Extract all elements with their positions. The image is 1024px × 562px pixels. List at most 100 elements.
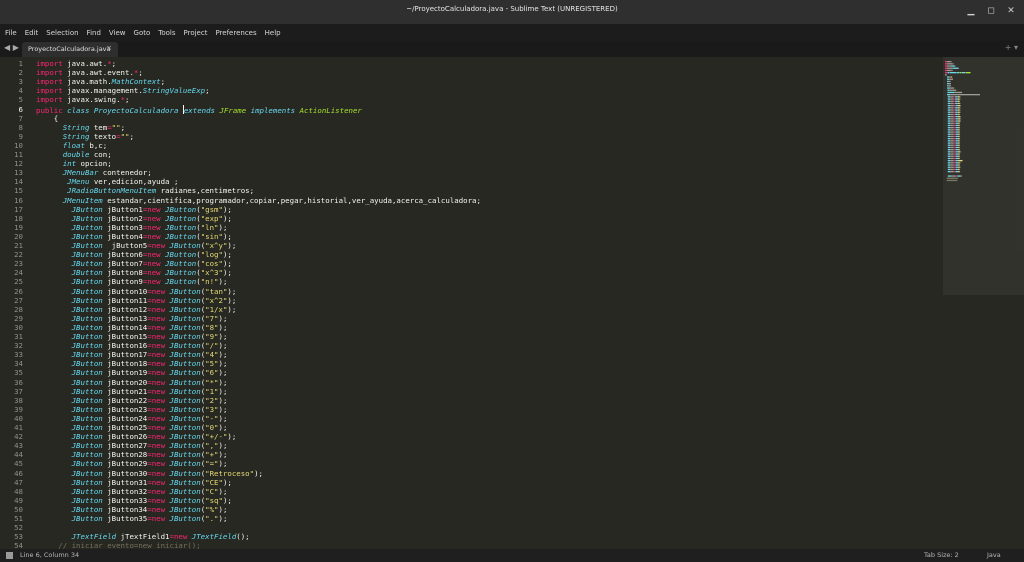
code-line[interactable]: 16 JMenuItem estandar,cientifica,program… bbox=[0, 196, 940, 205]
code-line[interactable]: 7 { bbox=[0, 114, 940, 123]
code-line[interactable]: 21 JButton jButton5=new JButton("x^y"); bbox=[0, 241, 940, 250]
maximize-icon[interactable]: ◻ bbox=[986, 6, 996, 16]
code-line[interactable]: 34 JButton jButton18=new JButton("5"); bbox=[0, 359, 940, 368]
code-line[interactable]: 2 import java.awt.event.*; bbox=[0, 68, 940, 77]
code-line[interactable]: 30 JButton jButton14=new JButton("8"); bbox=[0, 323, 940, 332]
tab-close-icon[interactable]: × bbox=[106, 44, 112, 52]
code-line[interactable]: 18 JButton jButton2=new JButton("exp"); bbox=[0, 214, 940, 223]
tab-size-selector[interactable]: Tab Size: 2 bbox=[924, 551, 959, 559]
line-number: 46 bbox=[14, 468, 23, 478]
code-line[interactable]: 32 JButton jButton16=new JButton("/"); bbox=[0, 341, 940, 350]
code-text: int opcion; bbox=[62, 159, 112, 169]
code-line[interactable]: 4 import javax.management.StringValueExp; bbox=[0, 86, 940, 95]
line-number: 12 bbox=[14, 159, 23, 169]
code-line[interactable]: 43 JButton jButton27=new JButton(","); bbox=[0, 441, 940, 450]
code-line[interactable]: 24 JButton jButton8=new JButton("x^3"); bbox=[0, 268, 940, 277]
line-number: 42 bbox=[14, 432, 23, 442]
code-line[interactable]: 35 JButton jButton19=new JButton("6"); bbox=[0, 368, 940, 377]
menu-edit[interactable]: Edit bbox=[21, 29, 43, 37]
menu-find[interactable]: Find bbox=[83, 29, 105, 37]
code-line[interactable]: 17 JButton jButton1=new JButton("gsm"); bbox=[0, 205, 940, 214]
code-line[interactable]: 46 JButton jButton30=new JButton("Retroc… bbox=[0, 469, 940, 478]
code-line[interactable]: 52 bbox=[0, 523, 940, 532]
code-line[interactable]: 50 JButton jButton34=new JButton("%"); bbox=[0, 505, 940, 514]
code-line[interactable]: 25 JButton jButton9=new JButton("n!"); bbox=[0, 277, 940, 286]
code-text: JButton jButton34=new JButton("%"); bbox=[71, 504, 228, 514]
syntax-selector[interactable]: Java bbox=[987, 551, 1001, 559]
line-number: 1 bbox=[18, 59, 23, 68]
code-line[interactable]: 22 JButton jButton6=new JButton("log"); bbox=[0, 250, 940, 259]
code-line[interactable]: 20 JButton jButton4=new JButton("sin"); bbox=[0, 232, 940, 241]
code-line[interactable]: 5 import javax.swing.*; bbox=[0, 95, 940, 104]
tab-proyectocalculadora[interactable]: ProyectoCalculadora.java × bbox=[22, 42, 118, 57]
code-text: JButton jButton30=new JButton("Retroceso… bbox=[71, 468, 263, 478]
code-text: JButton jButton33=new JButton("sq"); bbox=[71, 495, 232, 505]
code-line[interactable]: 10 float b,c; bbox=[0, 141, 940, 150]
code-line[interactable]: 51 JButton jButton35=new JButton("."); bbox=[0, 514, 940, 523]
code-line[interactable]: 1 import java.awt.*; bbox=[0, 59, 940, 68]
code-line[interactable]: 19 JButton jButton3=new JButton("ln"); bbox=[0, 223, 940, 232]
menu-help[interactable]: Help bbox=[261, 29, 285, 37]
code-line[interactable]: 38 JButton jButton22=new JButton("2"); bbox=[0, 396, 940, 405]
code-text: JButton jButton5=new JButton("x^y"); bbox=[71, 241, 237, 250]
code-line[interactable]: 13 JMenuBar contenedor; bbox=[0, 168, 940, 177]
code-line[interactable]: 44 JButton jButton28=new JButton("+"); bbox=[0, 450, 940, 459]
tab-nav-arrows-icon[interactable]: ◀ ▶ bbox=[4, 43, 19, 52]
code-line[interactable]: 27 JButton jButton11=new JButton("x^2"); bbox=[0, 296, 940, 305]
code-line[interactable]: 26 JButton jButton10=new JButton("tan"); bbox=[0, 287, 940, 296]
code-text: JButton jButton3=new JButton("ln"); bbox=[71, 222, 228, 232]
code-line[interactable]: 41 JButton jButton25=new JButton("0"); bbox=[0, 423, 940, 432]
minimap-viewport[interactable] bbox=[943, 57, 1024, 295]
line-number: 38 bbox=[14, 395, 23, 405]
code-text: JButton jButton32=new JButton("C"); bbox=[71, 486, 228, 496]
menu-selection[interactable]: Selection bbox=[42, 29, 82, 37]
tab-label: ProyectoCalculadora.java bbox=[28, 45, 111, 53]
code-line[interactable]: 37 JButton jButton21=new JButton("1"); bbox=[0, 387, 940, 396]
code-line[interactable]: 54 // iniciar evento=new iniciar(); bbox=[0, 541, 940, 549]
code-line[interactable]: 8 String tem=""; bbox=[0, 123, 940, 132]
code-line[interactable]: 23 JButton jButton7=new JButton("cos"); bbox=[0, 259, 940, 268]
code-line[interactable]: 42 JButton jButton26=new JButton("+/-"); bbox=[0, 432, 940, 441]
line-number: 4 bbox=[18, 86, 23, 96]
code-editor[interactable]: 1 import java.awt.*; 2 import java.awt.even… bbox=[0, 57, 1024, 549]
code-line[interactable]: 33 JButton jButton17=new JButton("4"); bbox=[0, 350, 940, 359]
menu-preferences[interactable]: Preferences bbox=[211, 29, 260, 37]
code-line[interactable]: 36 JButton jButton20=new JButton("*"); bbox=[0, 378, 940, 387]
code-line[interactable]: 15 JRadioButtonMenuItem radianes,centime… bbox=[0, 186, 940, 195]
code-text: JButton jButton11=new JButton("x^2"); bbox=[71, 295, 237, 305]
line-number: 2 bbox=[18, 68, 23, 78]
menu-file[interactable]: File bbox=[0, 29, 21, 37]
menu-tools[interactable]: Tools bbox=[154, 29, 179, 37]
code-line[interactable]: 6 public class ProyectoCalculadora extend… bbox=[0, 104, 940, 115]
line-number: 40 bbox=[14, 413, 23, 423]
code-line[interactable]: 40 JButton jButton24=new JButton("-"); bbox=[0, 414, 940, 423]
tab-controls-icon[interactable]: + ▾ bbox=[1005, 43, 1018, 52]
minimize-icon[interactable]: ▁ bbox=[966, 6, 976, 16]
code-line[interactable]: 48 JButton jButton32=new JButton("C"); bbox=[0, 487, 940, 496]
code-line[interactable]: 45 JButton jButton29=new JButton("="); bbox=[0, 459, 940, 468]
panel-toggle-icon[interactable] bbox=[6, 552, 13, 559]
code-text: JRadioButtonMenuItem radianes,centimetro… bbox=[67, 186, 255, 196]
code-line[interactable]: 14 JMenu ver,edicion,ayuda ; bbox=[0, 177, 940, 186]
code-line[interactable]: 29 JButton jButton13=new JButton("7"); bbox=[0, 314, 940, 323]
code-line[interactable]: 31 JButton jButton15=new JButton("9"); bbox=[0, 332, 940, 341]
menu-goto[interactable]: Goto bbox=[130, 29, 155, 37]
line-number: 24 bbox=[14, 268, 23, 278]
close-icon[interactable]: ✕ bbox=[1006, 6, 1016, 16]
menu-project[interactable]: Project bbox=[180, 29, 212, 37]
minimap[interactable] bbox=[943, 57, 1024, 549]
code-line[interactable]: 11 double con; bbox=[0, 150, 940, 159]
code-text: import java.math.MathContext; bbox=[36, 77, 166, 87]
code-line[interactable]: 12 int opcion; bbox=[0, 159, 940, 168]
code-line[interactable]: 53 JTextField jTextField1=new JTextField… bbox=[0, 532, 940, 541]
code-line[interactable]: 3 import java.math.MathContext; bbox=[0, 77, 940, 86]
code-text: JButton jButton18=new JButton("5"); bbox=[71, 359, 228, 369]
code-line[interactable]: 9 String texto=""; bbox=[0, 132, 940, 141]
menu-view[interactable]: View bbox=[105, 29, 130, 37]
code-line[interactable]: 49 JButton jButton33=new JButton("sq"); bbox=[0, 496, 940, 505]
code-line[interactable]: 47 JButton jButton31=new JButton("CE"); bbox=[0, 478, 940, 487]
code-line[interactable]: 39 JButton jButton23=new JButton("3"); bbox=[0, 405, 940, 414]
code-line[interactable]: 28 JButton jButton12=new JButton("1/x"); bbox=[0, 305, 940, 314]
code-text: float b,c; bbox=[62, 140, 108, 150]
code-text: JButton jButton7=new JButton("cos"); bbox=[71, 259, 232, 269]
